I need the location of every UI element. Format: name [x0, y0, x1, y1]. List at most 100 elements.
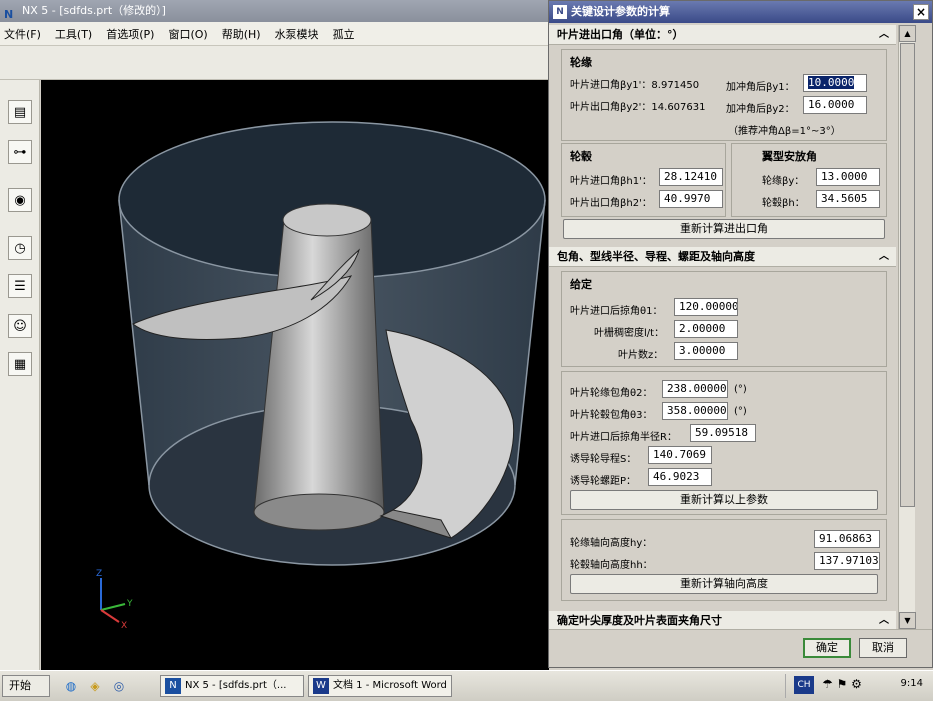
constraint-navigator-icon[interactable]: ⊶ [8, 140, 32, 164]
install-rim-label: 轮缘βy： [762, 176, 805, 187]
history-icon[interactable]: ◷ [8, 236, 32, 260]
install-hub-field[interactable]: 34.5605 [816, 190, 880, 208]
menu-tools[interactable]: 工具(T) [55, 26, 92, 42]
recalc-angles-button[interactable]: 重新计算进出口角 [563, 219, 885, 239]
word-task-icon: W [313, 678, 329, 694]
rim-title: 轮缘 [570, 56, 592, 69]
hub-outlet-field[interactable]: 40.9970 [659, 190, 723, 208]
rim-attack1-field[interactable]: 10.0000 [803, 74, 867, 92]
task-word[interactable]: W 文档 1 - Microsoft Word [308, 675, 452, 697]
hub-top [282, 203, 372, 237]
recalc-height-button[interactable]: 重新计算轴向高度 [570, 574, 878, 594]
start-button[interactable]: 开始 [2, 675, 50, 697]
section-inlet-outlet-title: 叶片进出口角（单位：°） [557, 28, 684, 41]
sweep-radius-label: 叶片进口后掠角半径R： [570, 432, 677, 443]
graphics-viewport[interactable]: Z Y X [41, 80, 549, 670]
hub-inlet-field[interactable]: 28.12410 [659, 168, 723, 186]
blade-count-label: 叶片数z： [618, 350, 664, 361]
axis-x-label: X [121, 621, 127, 631]
roles-icon[interactable]: ☺ [8, 314, 32, 338]
close-button[interactable]: × [913, 4, 929, 20]
rim-inlet-angle: 叶片进口角βy1'：8.971450 [570, 80, 700, 91]
dialog-footer: 确定 取消 [549, 629, 932, 667]
system-materials-icon[interactable]: ▦ [8, 352, 32, 376]
hub-height-label: 轮毂轴向高度hh： [570, 560, 653, 571]
rim-attack1-label: 加冲角后βy1： [726, 82, 795, 93]
taskbar: 开始 ◍ ◈ ◎ N NX 5 - [sdfds.prt（... W 文档 1 … [0, 670, 933, 701]
ie-icon[interactable]: ◍ [62, 677, 80, 695]
axis-z-label: Z [96, 569, 102, 579]
security-icon[interactable]: ◈ [86, 677, 104, 695]
menu-bar: 文件(F) 工具(T) 首选项(P) 窗口(O) 帮助(H) 水泵模块 孤立 [0, 22, 548, 46]
system-tray: CH ☂ ⚑ ⚙ 9:14 [785, 674, 933, 698]
rim-attack2-field[interactable]: 16.0000 [803, 96, 867, 114]
menu-file[interactable]: 文件(F) [4, 26, 41, 42]
nx-logo-icon: N [4, 8, 14, 21]
assembly-navigator-icon[interactable]: ▤ [8, 100, 32, 124]
section-tip-title: 确定叶尖厚度及叶片表面夹角尺寸 [557, 614, 722, 627]
blade-count-field[interactable]: 3.00000 [674, 342, 738, 360]
install-angle-title: 翼型安放角 [762, 150, 817, 163]
menu-preferences[interactable]: 首选项(P) [106, 26, 154, 42]
sweep-angle-label: 叶片进口后掠角θ1： [570, 306, 663, 317]
section-inlet-outlet-header[interactable]: 叶片进出口角（单位：°） ︿ [549, 25, 896, 45]
menu-isolate[interactable]: 孤立 [333, 26, 355, 42]
task-nx[interactable]: N NX 5 - [sdfds.prt（... [160, 675, 304, 697]
rim-wrap-field[interactable]: 238.00000 [662, 380, 728, 398]
menu-help[interactable]: 帮助(H) [222, 26, 261, 42]
language-indicator[interactable]: CH [794, 676, 814, 694]
menu-window[interactable]: 窗口(O) [168, 26, 207, 42]
app-title: NX 5 - [sdfds.prt（修改的）] [22, 4, 166, 17]
chevron-up-icon[interactable]: ︿ [876, 613, 892, 629]
given-title: 给定 [570, 278, 592, 291]
browser-icon[interactable]: ◎ [110, 677, 128, 695]
chevron-up-icon[interactable]: ︿ [876, 27, 892, 43]
scroll-down-icon[interactable]: ▼ [899, 612, 916, 629]
dialog-scrollbar[interactable]: ▲ ▼ [898, 25, 916, 629]
part-navigator-icon[interactable]: ◉ [8, 188, 32, 212]
install-hub-label: 轮毂βh： [762, 198, 805, 209]
hub-wrap-label: 叶片轮毂包角θ3： [570, 410, 653, 421]
rim-height-field[interactable]: 91.06863 [814, 530, 880, 548]
given-panel: 给定 叶片进口后掠角θ1： 120.00000 叶栅稠密度l/t： 2.0000… [561, 271, 887, 367]
section-wrap-title: 包角、型线半径、导程、螺距及轴向高度 [557, 250, 755, 263]
chevron-up-icon[interactable]: ︿ [876, 249, 892, 265]
scroll-up-icon[interactable]: ▲ [899, 25, 916, 42]
recalc-params-button[interactable]: 重新计算以上参数 [570, 490, 878, 510]
sweep-radius-field[interactable]: 59.09518 [690, 424, 756, 442]
nx-task-icon: N [165, 678, 181, 694]
toolbar-area [0, 46, 548, 80]
design-parameter-dialog: N 关键设计参数的计算 × 叶片进出口角（单位：°） ︿ 轮缘 叶片进口角βy1… [548, 0, 933, 668]
hub-title: 轮毂 [570, 150, 592, 163]
inducer-model: Z Y X [96, 121, 546, 631]
lead-field[interactable]: 140.7069 [648, 446, 712, 464]
install-angle-panel: 翼型安放角 轮缘βy： 13.0000 轮毂βh： 34.5605 [731, 143, 887, 217]
pitch-field[interactable]: 46.9023 [648, 468, 712, 486]
section-wrap-header[interactable]: 包角、型线半径、导程、螺距及轴向高度 ︿ [549, 247, 896, 267]
resource-bar: ▤ ⊶ ◉ ◷ ☰ ☺ ▦ [0, 80, 40, 670]
sweep-angle-field[interactable]: 120.00000 [674, 298, 738, 316]
reuse-library-icon[interactable]: ☰ [8, 274, 32, 298]
cancel-button[interactable]: 取消 [859, 638, 907, 658]
hub-wrap-field[interactable]: 358.00000 [662, 402, 728, 420]
cascade-density-label: 叶栅稠密度l/t： [594, 328, 665, 339]
hub-outlet-label: 叶片出口角βh2'： [570, 198, 652, 209]
tray-icons[interactable]: ☂ ⚑ ⚙ [822, 677, 862, 691]
rim-panel: 轮缘 叶片进口角βy1'：8.971450 叶片出口角βy2'：14.60763… [561, 49, 887, 141]
install-rim-field[interactable]: 13.0000 [816, 168, 880, 186]
dialog-app-icon: N [553, 5, 567, 19]
scroll-thumb[interactable] [900, 43, 915, 507]
dialog-title: 关键设计参数的计算 [571, 5, 670, 18]
cascade-density-field[interactable]: 2.00000 [674, 320, 738, 338]
hub-height-field[interactable]: 137.97103 [814, 552, 880, 570]
axial-height-panel: 轮缘轴向高度hy： 91.06863 轮毂轴向高度hh： 137.97103 重… [561, 519, 887, 601]
axis-x [100, 609, 120, 623]
rim-height-label: 轮缘轴向高度hy： [570, 538, 653, 549]
rim-wrap-label: 叶片轮缘包角θ2： [570, 388, 653, 399]
rim-wrap-unit: (°) [734, 384, 747, 395]
lead-label: 诱导轮导程S： [570, 454, 637, 465]
menu-pump-module[interactable]: 水泵模块 [275, 26, 319, 42]
section-tip-header[interactable]: 确定叶尖厚度及叶片表面夹角尺寸 ︿ [549, 611, 896, 629]
rim-attack2-label: 加冲角后βy2： [726, 104, 795, 115]
ok-button[interactable]: 确定 [803, 638, 851, 658]
